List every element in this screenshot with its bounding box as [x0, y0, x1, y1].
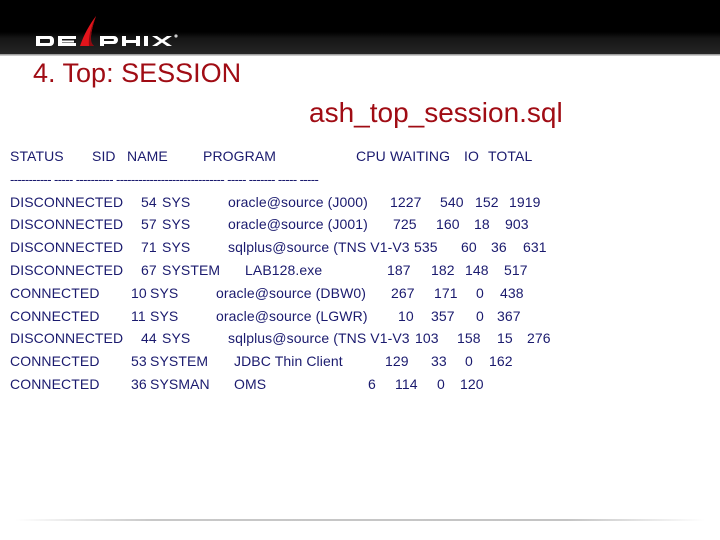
cell-io: 148	[465, 262, 489, 278]
table-row: CONNECTED 10 SYS oracle@source (DBW0) 26…	[0, 285, 720, 305]
column-header-status: STATUS	[10, 148, 64, 164]
cell-program: oracle@source (DBW0)	[216, 285, 367, 301]
cell-io: 0	[476, 285, 484, 301]
cell-sid: 54	[141, 194, 157, 210]
cell-sid: 10	[131, 285, 147, 301]
session-output-table: STATUS SID NAME PROGRAM CPU WAITING IO T…	[0, 0, 720, 540]
cell-name: SYS	[150, 308, 179, 324]
column-header-waiting: WAITING	[390, 148, 451, 164]
column-header-program: PROGRAM	[203, 148, 277, 164]
cell-status: CONNECTED	[10, 285, 100, 301]
cell-cpu: 6	[368, 376, 376, 392]
cell-program: oracle@source (J001)	[228, 216, 368, 232]
cell-total: 367	[497, 308, 521, 324]
cell-total: 631	[523, 239, 547, 255]
cell-program: JDBC Thin Client	[234, 353, 343, 369]
cell-total: 903	[505, 216, 529, 232]
cell-name: SYSTEM	[162, 262, 221, 278]
table-row: CONNECTED 11 SYS oracle@source (LGWR) 10…	[0, 308, 720, 328]
column-header-total: TOTAL	[488, 148, 533, 164]
cell-io: 0	[437, 376, 445, 392]
cell-total: 276	[527, 330, 551, 346]
cell-sid: 71	[141, 239, 157, 255]
cell-io: 18	[474, 216, 490, 232]
cell-cpu: 725	[393, 216, 417, 232]
cell-program: sqlplus@source (TNS V1-V3	[228, 330, 410, 346]
cell-sid: 57	[141, 216, 157, 232]
cell-status: DISCONNECTED	[10, 262, 124, 278]
cell-sid: 53	[131, 353, 147, 369]
table-row: CONNECTED 53 SYSTEM JDBC Thin Client 129…	[0, 353, 720, 373]
cell-program: sqlplus@source (TNS V1-V3	[228, 239, 410, 255]
column-header-sid: SID	[92, 148, 116, 164]
cell-waiting: 158	[457, 330, 481, 346]
table-row: DISCONNECTED 44 SYS sqlplus@source (TNS …	[0, 330, 720, 350]
cell-status: CONNECTED	[10, 353, 100, 369]
cell-total: 120	[460, 376, 484, 392]
cell-sid: 44	[141, 330, 157, 346]
column-header-io: IO	[464, 148, 479, 164]
cell-name: SYS	[162, 330, 191, 346]
cell-waiting: 33	[431, 353, 447, 369]
table-row: DISCONNECTED 67 SYSTEM LAB128.exe 187 18…	[0, 262, 720, 282]
cell-status: DISCONNECTED	[10, 194, 124, 210]
cell-program: oracle@source (J000)	[228, 194, 368, 210]
cell-waiting: 60	[461, 239, 477, 255]
cell-cpu: 267	[391, 285, 415, 301]
table-row: DISCONNECTED 71 SYS sqlplus@source (TNS …	[0, 239, 720, 259]
footer-divider	[15, 519, 705, 521]
table-row: DISCONNECTED 54 SYS oracle@source (J000)…	[0, 194, 720, 214]
cell-cpu: 129	[385, 353, 409, 369]
cell-waiting: 357	[431, 308, 455, 324]
cell-waiting: 171	[434, 285, 458, 301]
cell-total: 517	[504, 262, 528, 278]
cell-io: 36	[491, 239, 507, 255]
cell-status: CONNECTED	[10, 376, 100, 392]
cell-waiting: 182	[431, 262, 455, 278]
cell-io: 0	[465, 353, 473, 369]
cell-waiting: 160	[436, 216, 460, 232]
cell-sid: 67	[141, 262, 157, 278]
cell-cpu: 535	[414, 239, 438, 255]
cell-cpu: 10	[398, 308, 414, 324]
cell-program: OMS	[234, 376, 267, 392]
cell-name: SYSTEM	[150, 353, 209, 369]
cell-cpu: 187	[387, 262, 411, 278]
cell-name: SYS	[150, 285, 179, 301]
table-header-row: STATUS SID NAME PROGRAM CPU WAITING IO T…	[0, 148, 720, 168]
cell-name: SYS	[162, 194, 191, 210]
header-separator: ----------- ----- ---------- -----------…	[10, 172, 319, 187]
cell-sid: 11	[131, 308, 146, 324]
cell-status: DISCONNECTED	[10, 239, 124, 255]
cell-total: 1919	[509, 194, 541, 210]
cell-program: oracle@source (LGWR)	[216, 308, 368, 324]
cell-status: DISCONNECTED	[10, 216, 124, 232]
cell-waiting: 114	[395, 376, 418, 392]
cell-status: DISCONNECTED	[10, 330, 124, 346]
cell-name: SYSMAN	[150, 376, 210, 392]
cell-cpu: 103	[415, 330, 439, 346]
cell-name: SYS	[162, 239, 191, 255]
cell-io: 152	[475, 194, 499, 210]
cell-io: 15	[497, 330, 513, 346]
cell-waiting: 540	[440, 194, 464, 210]
column-header-name: NAME	[127, 148, 168, 164]
cell-status: CONNECTED	[10, 308, 100, 324]
cell-total: 438	[500, 285, 524, 301]
cell-io: 0	[476, 308, 484, 324]
cell-program: LAB128.exe	[245, 262, 323, 278]
cell-cpu: 1227	[390, 194, 422, 210]
cell-sid: 36	[131, 376, 147, 392]
cell-total: 162	[489, 353, 513, 369]
table-row: DISCONNECTED 57 SYS oracle@source (J001)…	[0, 216, 720, 236]
column-header-cpu: CPU	[356, 148, 386, 164]
cell-name: SYS	[162, 216, 191, 232]
table-row: CONNECTED 36 SYSMAN OMS 6 114 0 120	[0, 376, 720, 396]
